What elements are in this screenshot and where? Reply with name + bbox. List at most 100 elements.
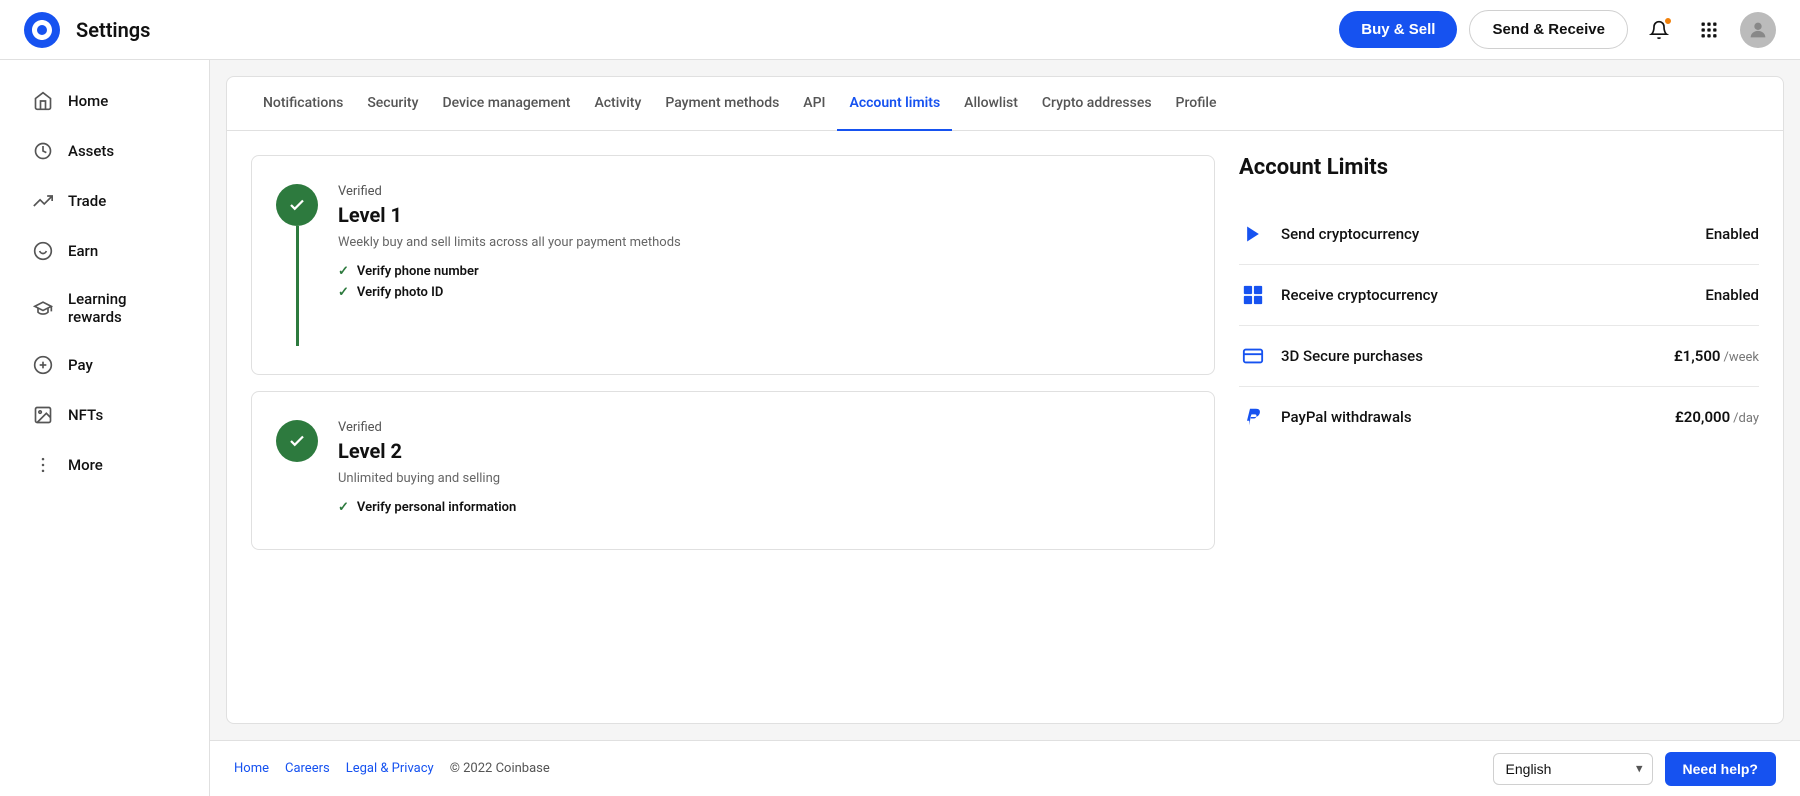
sidebar-item-pay[interactable]: Pay bbox=[8, 341, 201, 389]
level2-status: Verified bbox=[338, 420, 1186, 435]
tab-crypto-addresses[interactable]: Crypto addresses bbox=[1030, 77, 1164, 131]
level2-item0: ✓ Verify personal information bbox=[338, 500, 1186, 515]
level2-indicator bbox=[276, 420, 318, 462]
sidebar-label-trade: Trade bbox=[68, 192, 106, 210]
tab-api[interactable]: API bbox=[791, 77, 837, 131]
settings-tabs: Notifications Security Device management… bbox=[227, 77, 1783, 131]
level1-title: Level 1 bbox=[338, 203, 1186, 227]
connector-line bbox=[296, 226, 299, 346]
level1-info: Verified Level 1 Weekly buy and sell lim… bbox=[338, 184, 1186, 306]
level1-item1: ✓ Verify photo ID bbox=[338, 285, 1186, 300]
header-left: Settings bbox=[24, 12, 150, 48]
footer-copyright: © 2022 Coinbase bbox=[450, 761, 550, 776]
sidebar-label-earn: Earn bbox=[68, 242, 98, 260]
tab-account-limits[interactable]: Account limits bbox=[837, 77, 952, 131]
level1-indicator bbox=[276, 184, 318, 346]
sidebar-label-assets: Assets bbox=[68, 142, 114, 160]
sidebar-item-earn[interactable]: Earn bbox=[8, 227, 201, 275]
buy-sell-button[interactable]: Buy & Sell bbox=[1339, 11, 1457, 48]
send-crypto-label: Send cryptocurrency bbox=[1281, 225, 1419, 243]
check-icon-2: ✓ bbox=[338, 500, 349, 515]
sidebar-item-more[interactable]: More bbox=[8, 441, 201, 489]
limits-title: Account Limits bbox=[1239, 155, 1759, 180]
footer-link-home[interactable]: Home bbox=[234, 761, 269, 776]
sidebar-label-home: Home bbox=[68, 92, 108, 110]
level1-item0: ✓ Verify phone number bbox=[338, 264, 1186, 279]
send-receive-button[interactable]: Send & Receive bbox=[1469, 10, 1628, 49]
tab-security[interactable]: Security bbox=[355, 77, 430, 131]
level1-desc: Weekly buy and sell limits across all yo… bbox=[338, 235, 1186, 250]
card-icon bbox=[1239, 342, 1267, 370]
limit-left-receive: Receive cryptocurrency bbox=[1239, 281, 1438, 309]
3ds-value: £1,500/week bbox=[1674, 347, 1759, 365]
learning-icon bbox=[32, 297, 54, 319]
sidebar-item-learning-rewards[interactable]: Learning rewards bbox=[8, 277, 201, 339]
receive-crypto-label: Receive cryptocurrency bbox=[1281, 286, 1438, 304]
3ds-label: 3D Secure purchases bbox=[1281, 347, 1423, 365]
limits-section: Account Limits Send cryptocurrency Enabl… bbox=[1239, 155, 1759, 699]
tab-payment-methods[interactable]: Payment methods bbox=[653, 77, 791, 131]
send-crypto-icon bbox=[1239, 220, 1267, 248]
need-help-button[interactable]: Need help? bbox=[1665, 752, 1776, 786]
sidebar-item-assets[interactable]: Assets bbox=[8, 127, 201, 175]
tab-notifications[interactable]: Notifications bbox=[251, 77, 355, 131]
earn-icon bbox=[32, 240, 54, 262]
paypal-value: £20,000/day bbox=[1675, 408, 1759, 426]
sidebar-item-nfts[interactable]: NFTs bbox=[8, 391, 201, 439]
level2-title: Level 2 bbox=[338, 439, 1186, 463]
footer-link-careers[interactable]: Careers bbox=[285, 761, 330, 776]
tab-device-management[interactable]: Device management bbox=[430, 77, 582, 131]
pay-icon bbox=[32, 354, 54, 376]
receive-crypto-value: Enabled bbox=[1705, 286, 1759, 304]
grid-menu-button[interactable] bbox=[1690, 11, 1728, 49]
level2-check bbox=[276, 420, 318, 462]
coinbase-logo-icon bbox=[24, 12, 60, 48]
main-content: Notifications Security Device management… bbox=[210, 60, 1800, 796]
paypal-icon bbox=[1239, 403, 1267, 431]
receive-crypto-icon bbox=[1239, 281, 1267, 309]
notifications-button[interactable] bbox=[1640, 11, 1678, 49]
content-area: Verified Level 1 Weekly buy and sell lim… bbox=[227, 131, 1783, 723]
sidebar-label-learning: Learning rewards bbox=[68, 290, 177, 326]
footer-links: Home Careers Legal & Privacy © 2022 Coin… bbox=[234, 761, 550, 776]
header-right: Buy & Sell Send & Receive bbox=[1339, 10, 1776, 49]
level1-status: Verified bbox=[338, 184, 1186, 199]
sidebar-item-trade[interactable]: Trade bbox=[8, 177, 201, 225]
tab-profile[interactable]: Profile bbox=[1164, 77, 1229, 131]
sidebar: Home Assets Trade Earn Learning rewards bbox=[0, 60, 210, 796]
header: Settings Buy & Sell Send & Receive bbox=[0, 0, 1800, 60]
notification-dot bbox=[1664, 17, 1672, 25]
check-icon-1: ✓ bbox=[338, 285, 349, 300]
level1-card: Verified Level 1 Weekly buy and sell lim… bbox=[251, 155, 1215, 375]
sidebar-label-pay: Pay bbox=[68, 356, 93, 374]
footer-link-legal[interactable]: Legal & Privacy bbox=[346, 761, 434, 776]
send-crypto-value: Enabled bbox=[1705, 225, 1759, 243]
language-select[interactable]: English bbox=[1493, 753, 1653, 785]
page-title: Settings bbox=[76, 18, 150, 42]
verification-section: Verified Level 1 Weekly buy and sell lim… bbox=[251, 155, 1215, 699]
limit-row-receive: Receive cryptocurrency Enabled bbox=[1239, 265, 1759, 326]
level2-card: Verified Level 2 Unlimited buying and se… bbox=[251, 391, 1215, 550]
check-icon-0: ✓ bbox=[338, 264, 349, 279]
level2-info: Verified Level 2 Unlimited buying and se… bbox=[338, 420, 1186, 521]
more-icon bbox=[32, 454, 54, 476]
limit-left-send: Send cryptocurrency bbox=[1239, 220, 1419, 248]
limit-left-3ds: 3D Secure purchases bbox=[1239, 342, 1423, 370]
assets-icon bbox=[32, 140, 54, 162]
footer: Home Careers Legal & Privacy © 2022 Coin… bbox=[210, 740, 1800, 796]
tab-activity[interactable]: Activity bbox=[582, 77, 653, 131]
settings-panel: Notifications Security Device management… bbox=[226, 76, 1784, 724]
language-wrapper: English bbox=[1493, 753, 1653, 785]
level1-check bbox=[276, 184, 318, 226]
tab-allowlist[interactable]: Allowlist bbox=[952, 77, 1030, 131]
limit-row-send: Send cryptocurrency Enabled bbox=[1239, 204, 1759, 265]
nfts-icon bbox=[32, 404, 54, 426]
layout: Home Assets Trade Earn Learning rewards bbox=[0, 60, 1800, 796]
grid-icon bbox=[1699, 20, 1719, 40]
user-avatar[interactable] bbox=[1740, 12, 1776, 48]
limit-row-3ds: 3D Secure purchases £1,500/week bbox=[1239, 326, 1759, 387]
limit-left-paypal: PayPal withdrawals bbox=[1239, 403, 1412, 431]
home-icon bbox=[32, 90, 54, 112]
limit-row-paypal: PayPal withdrawals £20,000/day bbox=[1239, 387, 1759, 447]
sidebar-item-home[interactable]: Home bbox=[8, 77, 201, 125]
